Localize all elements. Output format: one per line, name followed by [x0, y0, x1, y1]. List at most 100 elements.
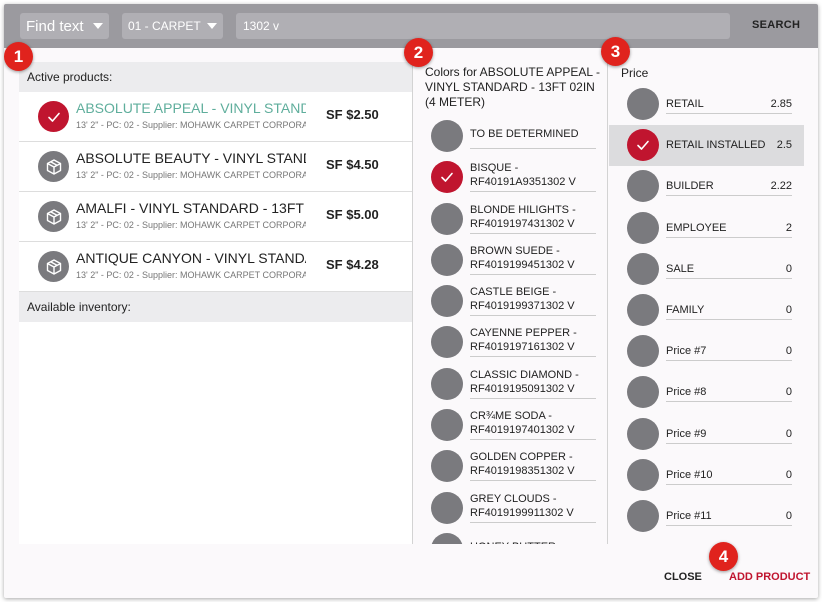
color-swatch-icon[interactable] [431, 491, 463, 524]
price-label: Price #7 [666, 345, 707, 358]
color-row[interactable]: CLASSIC DIAMOND - RF4019195091302 V [413, 366, 607, 407]
price-row[interactable]: Price #9 0 [609, 414, 804, 455]
step-badge-2: 2 [404, 38, 433, 67]
product-row[interactable]: ABSOLUTE BEAUTY - VINYL STANDARD - 13FT … [19, 142, 412, 192]
price-value: 2.85 [770, 98, 792, 110]
color-row[interactable]: TO BE DETERMINED [413, 118, 607, 159]
close-button[interactable]: CLOSE [664, 571, 702, 583]
price-label: RETAIL [666, 98, 704, 110]
color-label: CLASSIC DIAMOND - RF4019195091302 V [470, 368, 596, 399]
check-icon[interactable] [431, 161, 463, 194]
price-label: SALE [666, 262, 695, 275]
radio-circle-icon[interactable] [627, 211, 659, 244]
active-products-list: ABSOLUTE APPEAL - VINYL STANDARD - 13FT … [19, 92, 412, 292]
price-row[interactable]: RETAIL 2.85 [609, 84, 804, 125]
price-value: 0 [785, 345, 792, 358]
price-row[interactable]: Price #10 0 [609, 455, 804, 496]
color-swatch-icon[interactable] [431, 367, 463, 400]
radio-circle-icon[interactable] [627, 458, 659, 491]
price-value: 0 [785, 262, 792, 275]
radio-circle-icon[interactable] [627, 376, 659, 409]
caret-down-icon [207, 23, 217, 29]
price-row[interactable]: FAMILY 0 [609, 290, 804, 331]
price-value: 0 [785, 427, 792, 440]
color-label: CASTLE BEIGE - RF4019199371302 V [470, 285, 596, 317]
color-row[interactable]: GREY CLOUDS - RF4019199911302 V [413, 490, 607, 531]
radio-circle-icon[interactable] [627, 293, 659, 326]
color-name: BLONDE HILIGHTS - [470, 203, 576, 216]
price-row[interactable]: RETAIL INSTALLED 2.5 [609, 125, 804, 167]
step-badge-1: 1 [4, 42, 33, 71]
color-row[interactable]: BISQUE - RF40191A9351302 V [413, 159, 607, 200]
color-swatch-icon[interactable] [431, 120, 463, 152]
product-row[interactable]: AMALFI - VINYL STANDARD - 13FT 02IN 13' 2… [19, 192, 412, 242]
radio-circle-icon[interactable] [627, 170, 659, 203]
add-product-button[interactable]: ADD PRODUCT [729, 571, 810, 583]
box-icon[interactable] [38, 251, 69, 282]
add-product-dialog: Find text 01 - CARPET SEARCH 1 2 3 4 Act… [4, 4, 818, 598]
color-label: CAYENNE PEPPER - RF4019197161302 V [470, 326, 596, 358]
color-row[interactable]: CASTLE BEIGE - RF4019199371302 V [413, 283, 607, 324]
price-line: FAMILY 0 [666, 304, 792, 320]
price-line: Price #10 0 [666, 469, 792, 485]
color-label: BROWN SUEDE - RF4019199451302 V [470, 244, 596, 275]
price-label: Price #10 [666, 468, 713, 481]
price-line: RETAIL INSTALLED 2.5 [666, 139, 792, 155]
price-row[interactable]: SALE 0 [609, 249, 804, 290]
product-row[interactable]: ANTIQUE CANYON - VINYL STANDARD - 13FT 0… [19, 242, 412, 292]
radio-circle-icon[interactable] [627, 88, 659, 120]
color-swatch-icon[interactable] [431, 326, 463, 359]
price-row[interactable]: EMPLOYEE 2 [609, 208, 804, 249]
price-line: Price #11 0 [666, 510, 792, 526]
category-value: 01 - CARPET [128, 19, 201, 33]
products-panel: Active products: ABSOLUTE APPEAL - VINYL… [19, 62, 412, 544]
color-swatch-icon[interactable] [431, 409, 463, 442]
color-swatch-icon[interactable] [431, 532, 463, 544]
color-code: RF4019197401302 V [470, 424, 575, 437]
find-mode-dropdown[interactable]: Find text [20, 13, 109, 39]
product-row[interactable]: ABSOLUTE APPEAL - VINYL STANDARD - 13FT … [19, 92, 412, 142]
radio-circle-icon[interactable] [627, 252, 659, 285]
color-swatch-icon[interactable] [431, 285, 463, 318]
price-line: SALE 0 [666, 263, 792, 279]
color-swatch-icon[interactable] [431, 450, 463, 483]
color-name: CR¾ME SODA - [470, 410, 552, 423]
color-code: RF4019198351302 V [470, 465, 575, 478]
price-row[interactable]: Price #7 0 [609, 331, 804, 372]
color-label: GREY CLOUDS - RF4019199911302 V [470, 492, 596, 523]
price-list: RETAIL 2.85 RETAIL INSTALLED 2.5 BUILDER 2.22… [609, 84, 804, 537]
color-row[interactable]: CAYENNE PEPPER - RF4019197161302 V [413, 324, 607, 365]
product-price: SF $5.00 [326, 207, 379, 222]
box-icon[interactable] [38, 151, 69, 182]
check-icon[interactable] [38, 101, 69, 132]
category-dropdown[interactable]: 01 - CARPET [122, 13, 223, 39]
colors-title: Colors for ABSOLUTE APPEAL - VINYL STAND… [425, 65, 600, 109]
color-swatch-icon[interactable] [431, 243, 463, 276]
search-input[interactable] [236, 13, 730, 39]
caret-down-icon [93, 23, 103, 29]
color-row[interactable]: BLONDE HILIGHTS - RF4019197431302 V [413, 201, 607, 242]
color-code: RF4019199371302 V [470, 300, 575, 313]
step-badge-4: 4 [709, 542, 738, 571]
color-name: TO BE DETERMINED [470, 128, 579, 140]
price-label: BUILDER [666, 180, 714, 193]
price-row[interactable]: Price #11 0 [609, 496, 804, 537]
color-code: RF4019195091302 V [470, 382, 575, 395]
color-row[interactable]: BROWN SUEDE - RF4019199451302 V [413, 242, 607, 283]
radio-circle-icon[interactable] [627, 335, 659, 368]
price-line: RETAIL 2.85 [666, 98, 792, 114]
radio-circle-icon[interactable] [627, 499, 659, 532]
price-value: 0 [785, 386, 792, 399]
color-row[interactable]: GOLDEN COPPER - RF4019198351302 V [413, 448, 607, 489]
box-icon[interactable] [38, 201, 69, 232]
color-row[interactable]: CR¾ME SODA - RF4019197401302 V [413, 407, 607, 448]
color-label: CR¾ME SODA - RF4019197401302 V [470, 409, 596, 441]
price-row[interactable]: BUILDER 2.22 [609, 166, 804, 207]
radio-circle-icon[interactable] [627, 417, 659, 450]
color-swatch-icon[interactable] [431, 202, 463, 235]
check-icon[interactable] [627, 129, 659, 162]
product-price: SF $4.28 [326, 257, 379, 272]
price-row[interactable]: Price #8 0 [609, 372, 804, 413]
search-button[interactable]: SEARCH [752, 19, 800, 31]
color-row[interactable]: HONEY BUTTER - [413, 531, 607, 544]
